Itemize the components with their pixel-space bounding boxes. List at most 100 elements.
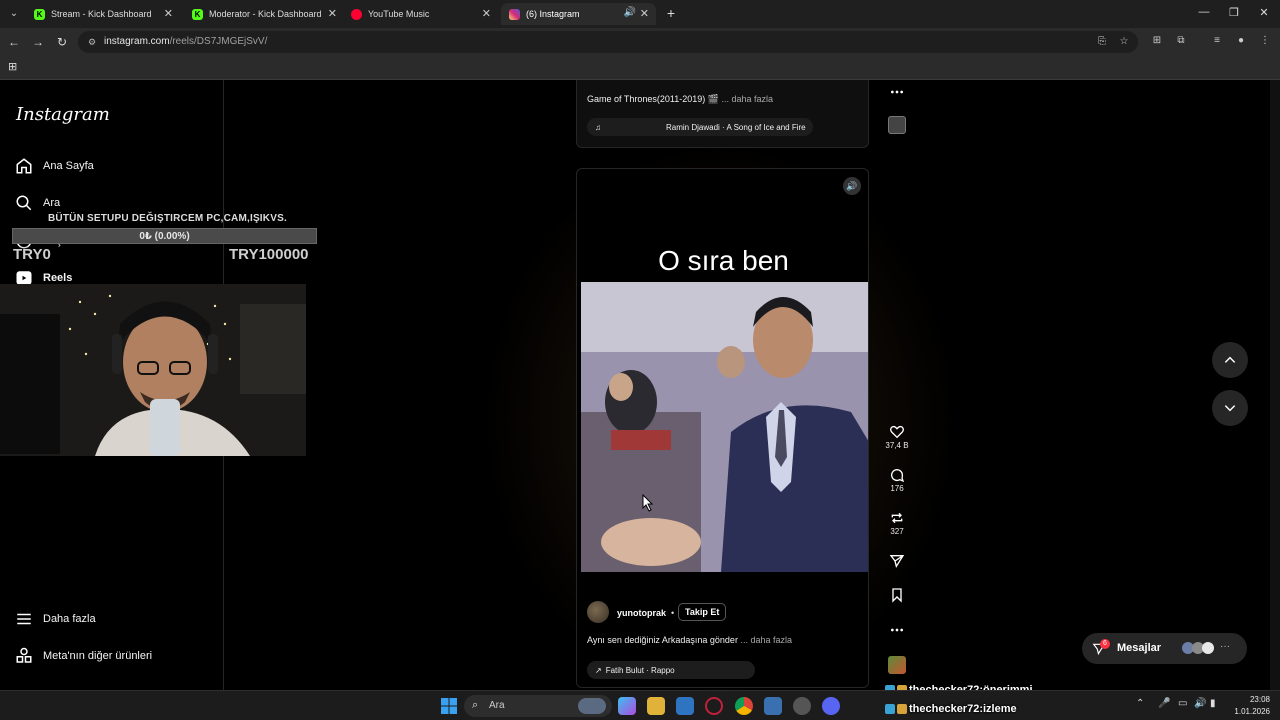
reel-player[interactable]: 🔊 O sıra ben yunotoprak • Takip Et Aynı … <box>576 168 869 688</box>
reel-username[interactable]: yunotoprak <box>617 608 666 618</box>
browser-tab-strip: ⌄ K Stream - Kick Dashboard ✕ K Moderato… <box>0 0 1280 28</box>
tab-kick-stream[interactable]: K Stream - Kick Dashboard ✕ <box>26 3 180 25</box>
sidebar-item-more[interactable]: Daha fazla <box>14 607 96 631</box>
tab-title: Moderator - Kick Dashboard <box>209 9 322 19</box>
close-tab-icon[interactable]: ✕ <box>482 7 491 20</box>
send-icon <box>889 555 905 569</box>
translate-icon[interactable]: ⊞ <box>1150 34 1164 48</box>
back-icon[interactable]: ← <box>6 34 22 50</box>
copilot-icon[interactable] <box>618 697 636 715</box>
menu-icon <box>14 609 34 629</box>
close-tab-icon[interactable]: ✕ <box>164 7 173 20</box>
taskbar-clock[interactable]: 23:08 1.01.2026 <box>1232 694 1270 718</box>
close-tab-icon[interactable]: ✕ <box>328 7 337 20</box>
restore-icon[interactable]: ❐ <box>1227 6 1241 19</box>
webcam-feed <box>0 284 306 456</box>
follow-button[interactable]: Takip Et <box>678 603 727 621</box>
reel-video-frame[interactable] <box>581 282 868 572</box>
previous-reel-audio-thumb[interactable] <box>880 116 914 134</box>
more-link[interactable]: ... daha fazla <box>740 635 792 645</box>
reload-icon[interactable]: ↻ <box>54 34 70 50</box>
like-count: 37,4 B <box>885 441 909 450</box>
reel-overlay-title: O sıra ben <box>658 245 789 276</box>
reel-audio-link[interactable]: ↗ Fatih Bulut · Rappo <box>587 661 755 679</box>
arrow-up-right-icon: ↗ <box>595 665 602 675</box>
sidebar-item-meta-products[interactable]: Meta'nın diğer ürünleri <box>14 644 152 668</box>
instagram-icon <box>509 8 520 20</box>
reel-audio-link[interactable]: ♫ Ramin Djawadi · A Song of Ice and Fire <box>587 118 813 136</box>
battery-icon[interactable]: ▮ <box>1210 698 1216 709</box>
reel-caption: Game of Thrones(2011-2019) 🎬 ... daha fa… <box>587 94 774 104</box>
avatar[interactable] <box>587 601 609 623</box>
badge-icon <box>897 704 907 714</box>
extensions-icon[interactable]: ⧉ <box>1174 34 1188 48</box>
heart-icon <box>890 425 904 439</box>
file-explorer-icon[interactable] <box>647 697 665 715</box>
opera-icon[interactable] <box>705 697 723 715</box>
tab-kick-moderator[interactable]: K Moderator - Kick Dashboard ✕ <box>184 3 344 25</box>
profile-icon[interactable]: ● <box>1234 34 1248 48</box>
previous-reel-button[interactable] <box>1212 342 1248 378</box>
audio-title: Fatih Bulut · Rappo <box>605 665 675 675</box>
close-window-icon[interactable]: ✕ <box>1257 6 1271 19</box>
clock-time: 23:08 <box>1249 695 1270 704</box>
microphone-icon[interactable]: 🎤 <box>1158 698 1170 709</box>
windows-start-icon[interactable] <box>440 697 458 715</box>
bookmark-icon <box>892 588 902 603</box>
forward-icon[interactable]: → <box>30 34 46 50</box>
address-bar[interactable]: ⚙ instagram.com/reels/DS7JMGEjSvV/ ⎘ ☆ <box>78 31 1138 53</box>
network-icon[interactable]: ▭ <box>1178 698 1187 709</box>
site-info-icon[interactable]: ⚙ <box>86 36 98 48</box>
next-reel-button[interactable] <box>1212 390 1248 426</box>
more-link[interactable]: ... daha fazla <box>721 94 773 104</box>
tab-youtube-music[interactable]: YouTube Music ✕ <box>343 3 498 25</box>
chrome-icon[interactable] <box>735 697 753 715</box>
audio-thumbnail[interactable] <box>880 656 914 674</box>
share-button[interactable] <box>880 553 914 569</box>
comment-button[interactable]: 176 <box>880 467 914 493</box>
show-hidden-icons-icon[interactable]: ⌃ <box>1136 698 1144 709</box>
more-options-icon[interactable] <box>880 622 914 638</box>
tab-instagram[interactable]: (6) Instagram 🔊 ✕ <box>501 3 656 25</box>
more-options-icon[interactable] <box>880 84 914 100</box>
instagram-logo[interactable]: Instagram <box>16 104 110 125</box>
discord-icon[interactable] <box>822 697 840 715</box>
more-avatars-icon: ··· <box>1220 641 1230 652</box>
sidebar-item-search[interactable]: Ara <box>14 191 60 215</box>
repost-count: 327 <box>890 527 904 536</box>
search-icon: ⌕ <box>472 699 479 711</box>
previous-reel-info: Game of Thrones(2011-2019) 🎬 ... daha fa… <box>576 80 869 148</box>
browser-toolbar: ← → ↻ ⚙ instagram.com/reels/DS7JMGEjSvV/… <box>0 28 1280 56</box>
donation-goal-min: TRY0 <box>13 246 51 263</box>
tab-search-chevron-icon[interactable]: ⌄ <box>6 6 22 22</box>
store-icon[interactable] <box>676 697 694 715</box>
page-scrollbar[interactable] <box>1270 80 1280 690</box>
more-menu-icon[interactable]: ⋮ <box>1258 34 1272 48</box>
new-tab-button[interactable]: + <box>662 5 680 23</box>
kick-icon: K <box>34 8 45 20</box>
sidebar-item-home[interactable]: Ana Sayfa <box>14 154 94 178</box>
volume-icon[interactable]: 🔊 <box>1194 698 1206 709</box>
windows-taskbar: ⌕ Ara ⌃ 🎤 ▭ 🔊 ▮ 23:08 1.01.2026 <box>0 690 1280 720</box>
install-app-icon[interactable]: ⎘ <box>1096 36 1108 48</box>
unread-badge: 6 <box>1100 639 1110 649</box>
messages-button[interactable]: 6 Mesajlar ··· <box>1082 633 1247 664</box>
sound-toggle-icon[interactable]: 🔊 <box>843 177 861 195</box>
photos-icon[interactable] <box>764 697 782 715</box>
sidebar-item-label: Reels <box>43 272 73 284</box>
close-tab-icon[interactable]: ✕ <box>640 7 649 20</box>
chevron-up-icon <box>1224 356 1236 363</box>
apps-grid-icon[interactable]: ⊞ <box>8 61 20 73</box>
meta-products-icon <box>14 646 34 666</box>
taskbar-search[interactable]: ⌕ Ara <box>464 695 612 717</box>
settings-icon[interactable] <box>793 697 811 715</box>
minimize-icon[interactable]: — <box>1197 6 1211 18</box>
media-control-icon[interactable]: ≡ <box>1210 34 1224 48</box>
bookmark-star-icon[interactable]: ☆ <box>1118 36 1130 48</box>
chat-text: izleme <box>983 703 1017 715</box>
speaker-icon[interactable]: 🔊 <box>624 7 636 18</box>
like-button[interactable]: 37,4 B <box>880 424 914 450</box>
kick-icon: K <box>192 8 203 20</box>
repost-button[interactable]: 327 <box>880 510 914 536</box>
save-button[interactable] <box>880 587 914 603</box>
